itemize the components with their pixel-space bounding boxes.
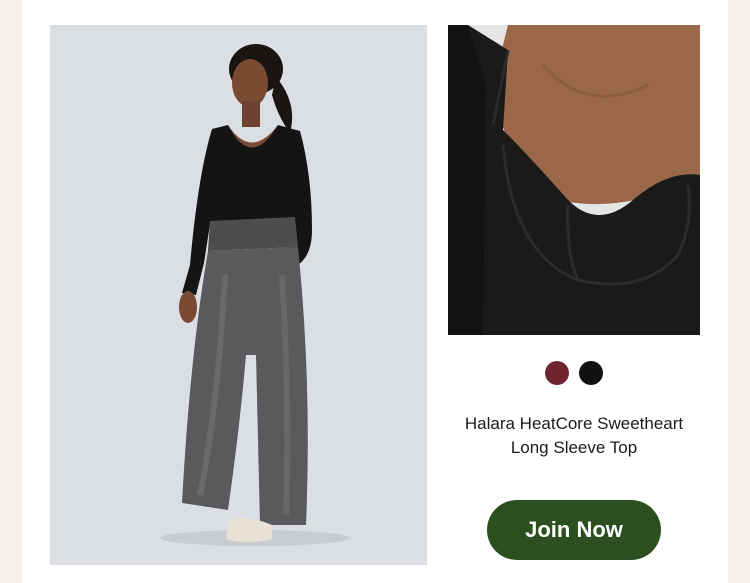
join-now-button[interactable]: Join Now (487, 500, 661, 560)
product-title-line-2: Long Sleeve Top (510, 438, 638, 457)
swatch-burgundy[interactable] (545, 361, 569, 385)
product-detail-image[interactable] (448, 25, 700, 335)
product-card: Halara HeatCore Sweetheart Long Sleeve T… (22, 0, 728, 583)
product-main-image[interactable] (50, 25, 427, 565)
product-title[interactable]: Halara HeatCore Sweetheart Long Sleeve T… (448, 412, 700, 460)
product-title-line-1: Halara HeatCore Sweetheart (464, 414, 684, 433)
swatch-black[interactable] (579, 361, 603, 385)
color-swatches (545, 361, 603, 387)
model-illustration (50, 25, 427, 565)
neckline-illustration (448, 25, 700, 335)
